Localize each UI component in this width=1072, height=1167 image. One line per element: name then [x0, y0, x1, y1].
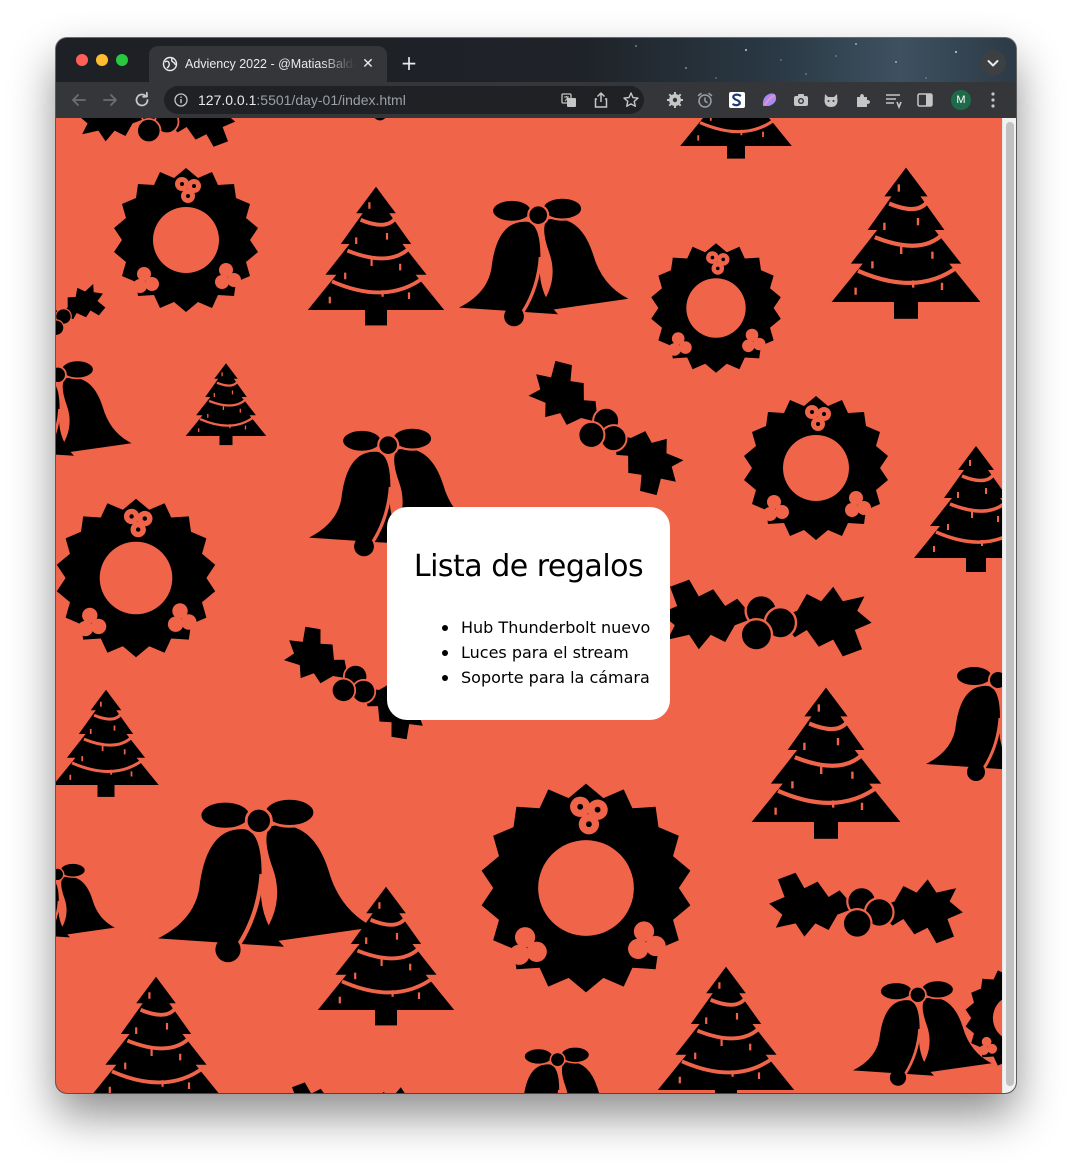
gift-list-item: Hub Thunderbolt nuevo: [441, 615, 650, 640]
palette-extension-icon[interactable]: [760, 91, 778, 109]
camera-extension-icon[interactable]: [792, 91, 810, 109]
back-arrow-icon[interactable]: [68, 89, 90, 111]
tab-strip: Adviency 2022 - @MatiasBaldanza ✕ +: [56, 38, 1016, 82]
translate-icon[interactable]: [560, 91, 578, 109]
more-menu-icon[interactable]: [990, 91, 996, 109]
tab-title: Adviency 2022 - @MatiasBaldanza: [185, 57, 355, 71]
vertical-scrollbar[interactable]: [1002, 118, 1016, 1093]
gift-list-item: Soporte para la cámara: [441, 665, 650, 690]
alarm-icon[interactable]: [696, 91, 714, 109]
info-icon[interactable]: [174, 93, 188, 107]
chevron-down-icon: [987, 60, 999, 67]
browser-window: Adviency 2022 - @MatiasBaldanza ✕ +: [56, 38, 1016, 1093]
gift-list: Hub Thunderbolt nuevo Luces para el stre…: [441, 615, 650, 690]
zoom-window-button[interactable]: [116, 54, 128, 66]
s-extension-icon[interactable]: [728, 91, 746, 109]
forward-arrow-icon[interactable]: [99, 89, 121, 111]
close-window-button[interactable]: [76, 54, 88, 66]
reload-icon[interactable]: [131, 89, 153, 111]
starfield-background: [635, 43, 992, 79]
scrollbar-thumb[interactable]: [1006, 122, 1014, 1086]
tab-active[interactable]: Adviency 2022 - @MatiasBaldanza ✕: [149, 46, 387, 82]
cat-extension-icon[interactable]: [822, 91, 840, 109]
gift-list-card: Lista de regalos Hub Thunderbolt nuevo L…: [387, 507, 670, 720]
globe-icon: [162, 56, 178, 72]
share-icon[interactable]: [592, 91, 610, 109]
gift-list-item: Luces para el stream: [441, 640, 650, 665]
browser-toolbar: 127.0.0.1:5501/day-01/index.html M: [56, 82, 1016, 119]
url-host: 127.0.0.1: [198, 92, 257, 108]
page-viewport: Lista de regalos Hub Thunderbolt nuevo L…: [56, 118, 1002, 1093]
profile-avatar[interactable]: M: [951, 90, 971, 110]
url-path: :5501/day-01/index.html: [256, 92, 406, 108]
side-panel-icon[interactable]: [916, 91, 934, 109]
url-text[interactable]: 127.0.0.1:5501/day-01/index.html: [198, 91, 406, 109]
minimize-window-button[interactable]: [96, 54, 108, 66]
tab-search-button[interactable]: [980, 50, 1006, 76]
gear-extension-icon[interactable]: [666, 91, 684, 109]
bookmark-star-icon[interactable]: [622, 91, 640, 109]
page-title: Lista de regalos: [413, 549, 644, 584]
address-bar[interactable]: 127.0.0.1:5501/day-01/index.html: [164, 86, 644, 114]
new-tab-button[interactable]: +: [398, 52, 420, 74]
tab-close-icon[interactable]: ✕: [359, 55, 377, 73]
reading-list-icon[interactable]: [884, 91, 902, 109]
puzzle-icon[interactable]: [854, 91, 872, 109]
